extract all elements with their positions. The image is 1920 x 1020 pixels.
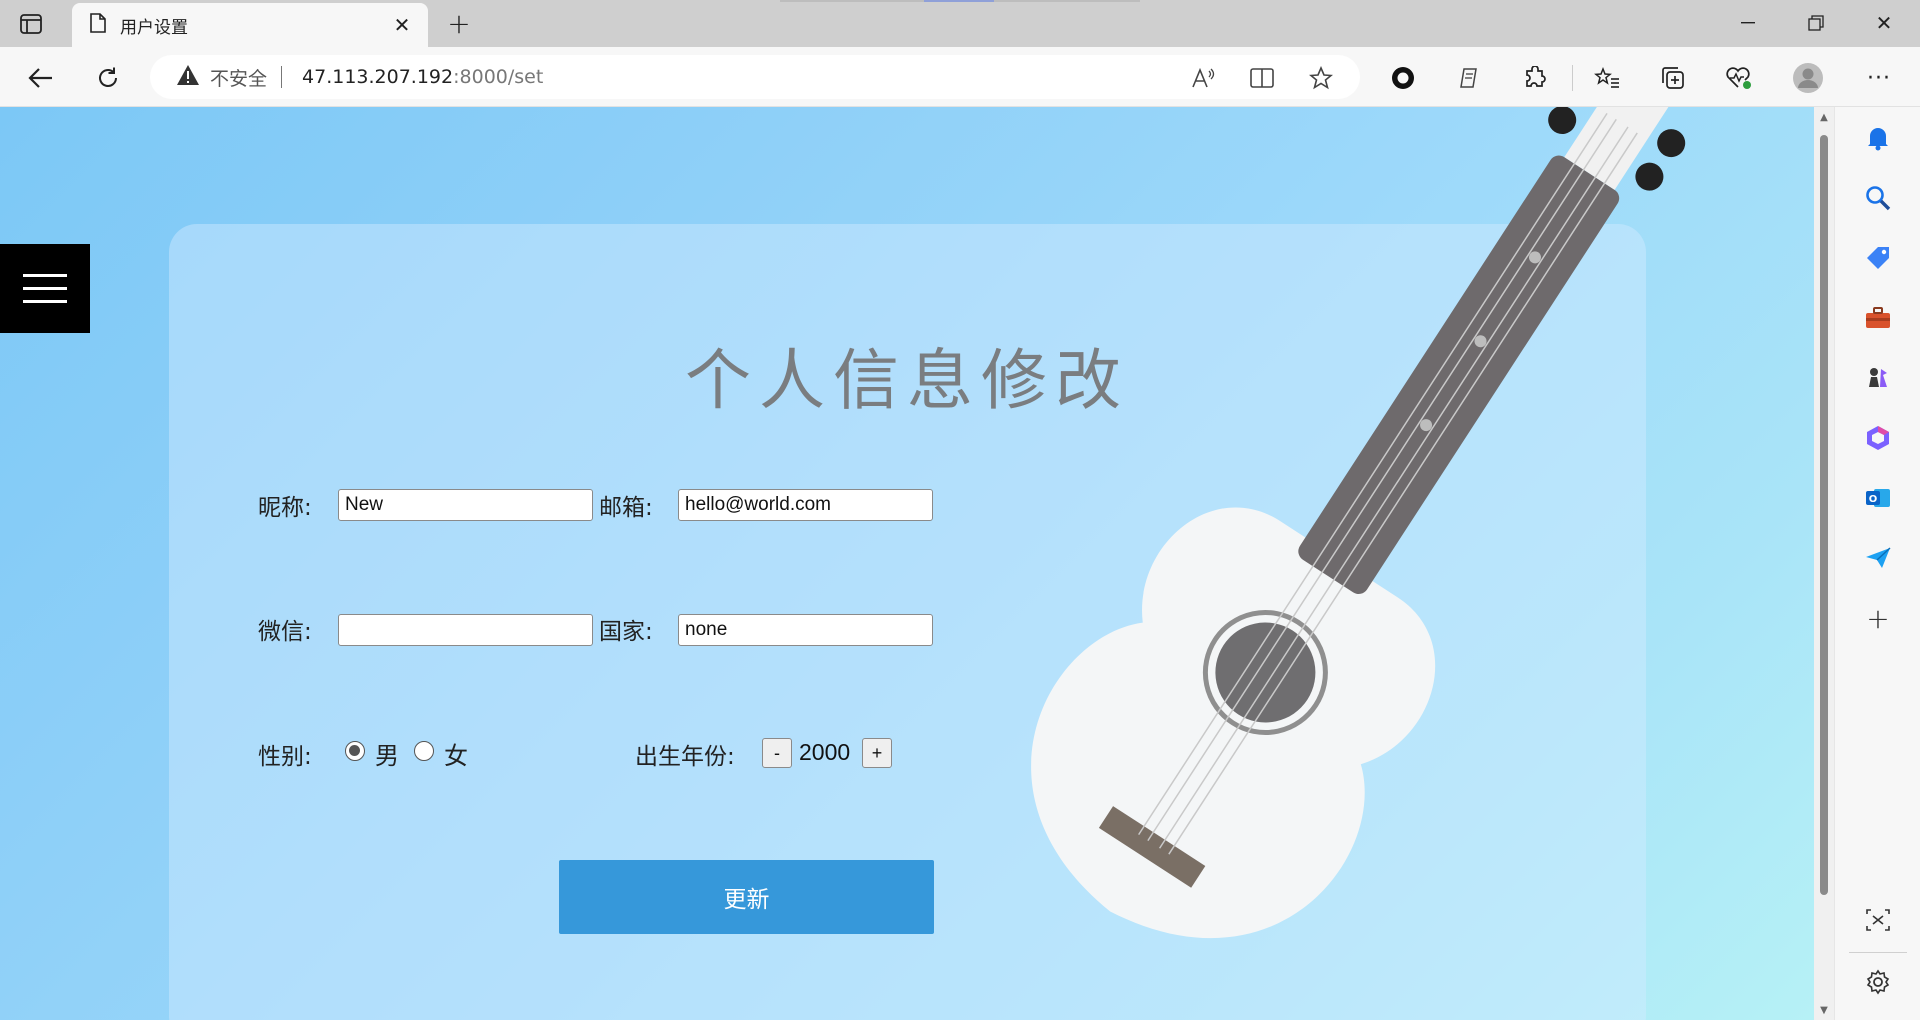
- toolbar-divider: [1572, 65, 1573, 91]
- gender-label: 性别:: [258, 744, 312, 770]
- browser-toolbar: 不安全 47.113.207.192:8000/set ···: [0, 47, 1920, 107]
- nickname-label: 昵称:: [258, 495, 312, 521]
- tools-briefcase-icon[interactable]: [1863, 303, 1893, 333]
- tab-user-settings[interactable]: 用户设置 ✕: [72, 3, 428, 47]
- search-icon[interactable]: [1863, 183, 1893, 213]
- refresh-icon[interactable]: [91, 61, 125, 95]
- games-chess-icon[interactable]: [1863, 363, 1893, 393]
- back-arrow-icon[interactable]: [24, 61, 58, 95]
- shopping-tag-icon[interactable]: [1863, 243, 1893, 273]
- profile-avatar[interactable]: [1791, 61, 1825, 95]
- restore-icon[interactable]: [1796, 8, 1836, 38]
- collections-icon[interactable]: [1656, 61, 1690, 95]
- browser-essentials-heart-icon[interactable]: [1722, 61, 1756, 95]
- document-icon: [90, 13, 106, 37]
- read-aloud-icon[interactable]: [1190, 65, 1216, 91]
- tab-actions-icon[interactable]: [16, 10, 46, 38]
- more-options-icon[interactable]: ···: [1862, 61, 1896, 95]
- address-bar[interactable]: 不安全 47.113.207.192:8000/set: [150, 55, 1360, 99]
- notification-bell-icon[interactable]: [1863, 123, 1893, 153]
- outlook-icon[interactable]: O: [1863, 483, 1893, 513]
- warning-icon[interactable]: [176, 64, 200, 90]
- scroll-down-arrow-icon[interactable]: ▼: [1818, 1004, 1830, 1016]
- scrollbar-thumb[interactable]: [1820, 135, 1828, 895]
- scroll-up-arrow-icon[interactable]: ▲: [1818, 111, 1830, 123]
- hamburger-menu-button[interactable]: [0, 244, 90, 333]
- tab-bar: 用户设置 ✕ + ✕: [0, 0, 1920, 47]
- page-title: 个人信息修改: [685, 342, 1129, 419]
- birth-year-value: 2000: [799, 739, 851, 765]
- ukulele-background-image: [1031, 107, 1686, 939]
- address-separator: [281, 66, 283, 88]
- gender-male-label[interactable]: 男: [375, 736, 399, 771]
- send-paper-plane-icon[interactable]: [1863, 543, 1893, 573]
- nickname-input[interactable]: [338, 489, 593, 521]
- update-button[interactable]: 更新: [559, 860, 934, 934]
- birth-year-increment-button[interactable]: +: [862, 738, 892, 768]
- url-path[interactable]: :8000/set: [453, 66, 543, 88]
- menu-line-icon: [23, 300, 67, 303]
- microsoft-365-icon[interactable]: [1863, 423, 1893, 453]
- insecure-label[interactable]: 不安全: [210, 64, 267, 91]
- minimize-icon[interactable]: [1728, 8, 1768, 38]
- email-label: 邮箱:: [599, 495, 653, 521]
- collections-note-icon[interactable]: [1452, 61, 1486, 95]
- split-screen-icon[interactable]: [1249, 65, 1275, 91]
- extensions-puzzle-icon[interactable]: [1518, 61, 1552, 95]
- gender-male-radio[interactable]: [345, 741, 365, 761]
- record-circle-icon[interactable]: [1386, 61, 1420, 95]
- menu-line-icon: [23, 287, 67, 290]
- sidebar-settings-gear-icon[interactable]: [1863, 967, 1893, 997]
- sidebar-divider: [1849, 952, 1907, 953]
- gender-female-radio[interactable]: [414, 741, 434, 761]
- close-window-icon[interactable]: ✕: [1864, 8, 1904, 38]
- country-label: 国家:: [599, 619, 653, 645]
- country-input[interactable]: [678, 614, 933, 646]
- add-sidebar-app-icon[interactable]: +: [1863, 602, 1893, 635]
- screenshot-capture-icon[interactable]: [1863, 905, 1893, 935]
- tab-title: 用户设置: [120, 17, 188, 38]
- edge-sidebar: O +: [1834, 107, 1920, 1020]
- svg-text:O: O: [1869, 494, 1878, 505]
- menu-line-icon: [23, 274, 67, 277]
- wechat-label: 微信:: [258, 619, 312, 645]
- new-tab-button[interactable]: +: [444, 7, 474, 40]
- page-scrollbar[interactable]: ▲ ▼: [1814, 107, 1834, 1020]
- favorite-star-icon[interactable]: [1308, 65, 1334, 91]
- email-input[interactable]: [678, 489, 933, 521]
- birth-year-label: 出生年份:: [635, 744, 735, 770]
- url-host[interactable]: 47.113.207.192: [302, 66, 453, 88]
- gender-female-label[interactable]: 女: [444, 736, 468, 771]
- tab-strip-indicator-active: [924, 0, 994, 2]
- page-viewport: 个人信息修改 昵称: 邮箱: 微信: 国家: 性别: 男 女 出生年份: - 2…: [0, 107, 1814, 1020]
- wechat-input[interactable]: [338, 614, 593, 646]
- favorites-list-icon[interactable]: [1590, 61, 1624, 95]
- birth-year-decrement-button[interactable]: -: [762, 738, 792, 768]
- close-tab-icon[interactable]: ✕: [392, 13, 412, 37]
